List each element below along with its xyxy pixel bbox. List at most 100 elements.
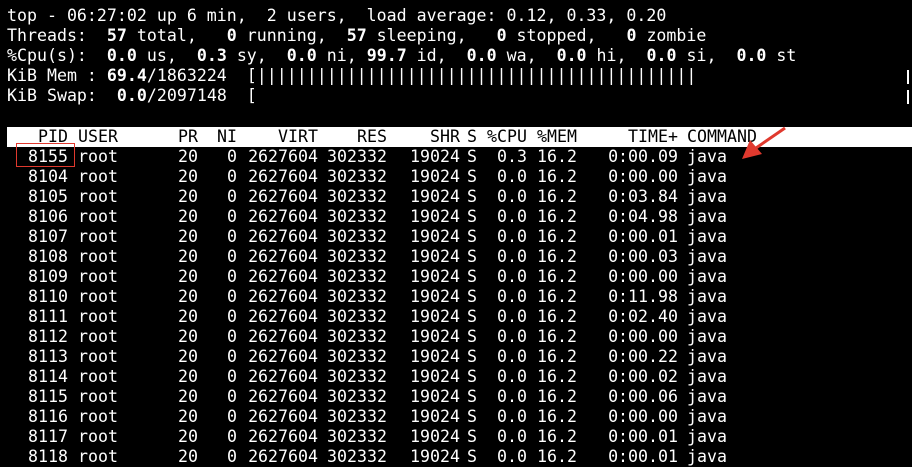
pid-highlight-box: [16, 143, 75, 167]
priority-cell: 20: [178, 427, 198, 446]
cpu-cell: 0.0: [497, 267, 527, 286]
nice-cell: 0: [227, 387, 237, 406]
summary-part: 57: [346, 26, 367, 45]
summary-part: 0.0: [116, 86, 147, 105]
mem-header: %MEM: [537, 127, 577, 146]
user-cell: root: [78, 387, 118, 406]
table-row[interactable]: 8113 root 20 0 2627604 302332 19024 S 0.0 16.2 0:0…: [0, 347, 912, 367]
user-cell: root: [78, 307, 118, 326]
table-row[interactable]: 8111 root 20 0 2627604 302332 19024 S 0.0 16.2 0:0…: [0, 307, 912, 327]
time-header: TIME+: [628, 127, 678, 146]
nice-cell: 0: [227, 167, 237, 186]
time-cell: 0:03.84: [608, 187, 678, 206]
state-cell: S: [467, 187, 477, 206]
priority-cell: 20: [178, 147, 198, 166]
res-cell: 302332: [327, 307, 387, 326]
cpu-cell: 0.0: [497, 387, 527, 406]
table-row[interactable]: 8109 root 20 0 2627604 302332 19024 S 0.0 16.2 0:0…: [0, 267, 912, 287]
nice-cell: 0: [227, 407, 237, 426]
table-row[interactable]: 8117 root 20 0 2627604 302332 19024 S 0.0 16.2 0:0…: [0, 427, 912, 447]
pid-cell: 8108: [28, 247, 68, 266]
cpu-cell: 0.0: [497, 207, 527, 226]
table-row[interactable]: 8116 root 20 0 2627604 302332 19024 S 0.0 16.2 0:0…: [0, 407, 912, 427]
state-cell: S: [467, 147, 477, 166]
priority-cell: 20: [178, 267, 198, 286]
mem-cell: 16.2: [537, 347, 577, 366]
virt-cell: 2627604: [248, 207, 318, 226]
command-cell: java: [687, 427, 727, 446]
terminal-window[interactable]: top - 06:27:02 up 6 min, 2 users, load a…: [0, 0, 912, 466]
table-row[interactable]: 8108 root 20 0 2627604 302332 19024 S 0.0 16.2 0:0…: [0, 247, 912, 267]
state-cell: S: [467, 447, 477, 466]
shr-cell: 19024: [410, 407, 460, 426]
table-row[interactable]: 8115 root 20 0 2627604 302332 19024 S 0.0 16.2 0:0…: [0, 387, 912, 407]
table-row[interactable]: 8112 root 20 0 2627604 302332 19024 S 0.0 16.2 0:0…: [0, 327, 912, 347]
summary-part: zombie: [636, 26, 707, 45]
virt-cell: 2627604: [248, 367, 318, 386]
nice-cell: 0: [227, 187, 237, 206]
shr-cell: 19024: [410, 327, 460, 346]
command-cell: java: [687, 307, 727, 326]
time-cell: 0:04.98: [608, 207, 678, 226]
res-cell: 302332: [327, 247, 387, 266]
pid-cell: 8115: [28, 387, 68, 406]
time-cell: 0:00.03: [608, 247, 678, 266]
virt-cell: 2627604: [248, 387, 318, 406]
summary-part: KiB Mem :: [7, 66, 107, 85]
user-cell: root: [78, 167, 118, 186]
res-cell: 302332: [327, 187, 387, 206]
state-cell: S: [467, 347, 477, 366]
swap-bar-end-marker: [907, 90, 909, 104]
summary-part: KiB Swap:: [7, 86, 117, 105]
res-cell: 302332: [327, 427, 387, 446]
mem-cell: 16.2: [537, 287, 577, 306]
cpu-line: %Cpu(s): 0.0 us, 0.3 sy, 0.0 ni, 99.7 id…: [7, 46, 796, 66]
priority-cell: 20: [178, 447, 198, 466]
user-cell: root: [78, 327, 118, 346]
state-cell: S: [467, 307, 477, 326]
table-row[interactable]: 8106 root 20 0 2627604 302332 19024 S 0.0 16.2 0:0…: [0, 207, 912, 227]
command-cell: java: [687, 227, 727, 246]
table-row[interactable]: 8110 root 20 0 2627604 302332 19024 S 0.0 16.2 0:1…: [0, 287, 912, 307]
time-cell: 0:00.02: [608, 367, 678, 386]
pid-cell: 8112: [28, 327, 68, 346]
nice-cell: 0: [227, 427, 237, 446]
state-cell: S: [467, 387, 477, 406]
virt-cell: 2627604: [248, 307, 318, 326]
table-row[interactable]: 8105 root 20 0 2627604 302332 19024 S 0.0 16.2 0:0…: [0, 187, 912, 207]
command-cell: java: [687, 207, 727, 226]
mem-cell: 16.2: [537, 207, 577, 226]
res-cell: 302332: [327, 367, 387, 386]
summary-part: st: [766, 46, 797, 65]
virt-cell: 2627604: [248, 287, 318, 306]
table-row[interactable]: 8118 root 20 0 2627604 302332 19024 S 0.0 16.2 0:0…: [0, 447, 912, 467]
table-row[interactable]: 8114 root 20 0 2627604 302332 19024 S 0.0 16.2 0:0…: [0, 367, 912, 387]
virt-cell: 2627604: [248, 167, 318, 186]
virt-cell: 2627604: [248, 247, 318, 266]
priority-cell: 20: [178, 287, 198, 306]
time-cell: 0:00.22: [608, 347, 678, 366]
pid-cell: 8111: [28, 307, 68, 326]
priority-cell: 20: [178, 327, 198, 346]
pid-cell: 8113: [28, 347, 68, 366]
shr-cell: 19024: [410, 287, 460, 306]
res-cell: 302332: [327, 207, 387, 226]
table-row[interactable]: 8104 root 20 0 2627604 302332 19024 S 0.0 16.2 0:0…: [0, 167, 912, 187]
cpu-cell: 0.0: [497, 447, 527, 466]
shr-cell: 19024: [410, 307, 460, 326]
cpu-cell: 0.0: [497, 327, 527, 346]
pid-cell: 8106: [28, 207, 68, 226]
summary-part: 0.0: [646, 46, 677, 65]
state-cell: S: [467, 407, 477, 426]
mem-cell: 16.2: [537, 247, 577, 266]
user-cell: root: [78, 227, 118, 246]
cpu-cell: 0.0: [497, 407, 527, 426]
priority-cell: 20: [178, 307, 198, 326]
virt-cell: 2627604: [248, 147, 318, 166]
threads-line: Threads: 57 total, 0 running, 57 sleepin…: [7, 26, 706, 46]
table-row[interactable]: 8107 root 20 0 2627604 302332 19024 S 0.0 16.2 0:0…: [0, 227, 912, 247]
pid-cell: 8110: [28, 287, 68, 306]
summary-part: 0.0: [286, 46, 317, 65]
nice-cell: 0: [227, 267, 237, 286]
state-cell: S: [467, 227, 477, 246]
